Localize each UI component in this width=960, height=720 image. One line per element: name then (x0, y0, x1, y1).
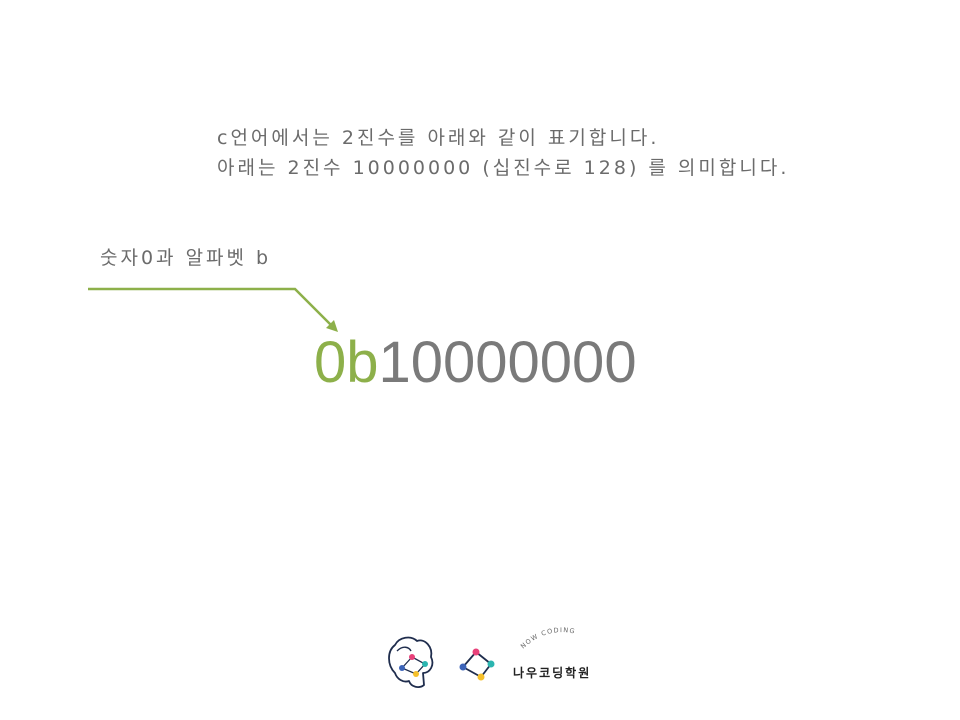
pointer-arrow-line (88, 287, 333, 327)
brain-network-icon (388, 636, 434, 688)
brain-node-teal (422, 661, 428, 667)
academy-logo: NOW CODING 나우코딩학원 (388, 626, 591, 688)
binary-digits: 10000000 (378, 330, 637, 395)
network-lines (462, 651, 492, 678)
network-node-teal (487, 660, 495, 668)
brain-node-yellow (413, 671, 419, 677)
network-node-pink (472, 648, 480, 656)
brain-node-pink (409, 654, 415, 660)
network-graph-icon (459, 648, 495, 681)
intro-text: c언어에서는 2진수를 아래와 같이 표기합니다. 아래는 2진수 100000… (217, 123, 789, 183)
network-node-yellow (477, 673, 485, 681)
slide: c언어에서는 2진수를 아래와 같이 표기합니다. 아래는 2진수 100000… (0, 0, 960, 720)
network-node-blue (459, 663, 467, 671)
prefix-label: 숫자0과 알파벳 b (100, 247, 272, 269)
intro-line-1: c언어에서는 2진수를 아래와 같이 표기합니다. (217, 127, 660, 149)
binary-literal: 0b10000000 (314, 334, 637, 392)
binary-prefix: 0b (314, 330, 379, 395)
logo-tagline: NOW CODING (519, 626, 576, 650)
brain-fold (396, 646, 412, 652)
brain-node-blue (399, 665, 405, 671)
intro-line-2: 아래는 2진수 10000000 (십진수로 128) 를 의미합니다. (217, 157, 790, 179)
logo-name: 나우코딩학원 (513, 665, 591, 680)
logo-tagline-text: NOW CODING (519, 626, 575, 650)
